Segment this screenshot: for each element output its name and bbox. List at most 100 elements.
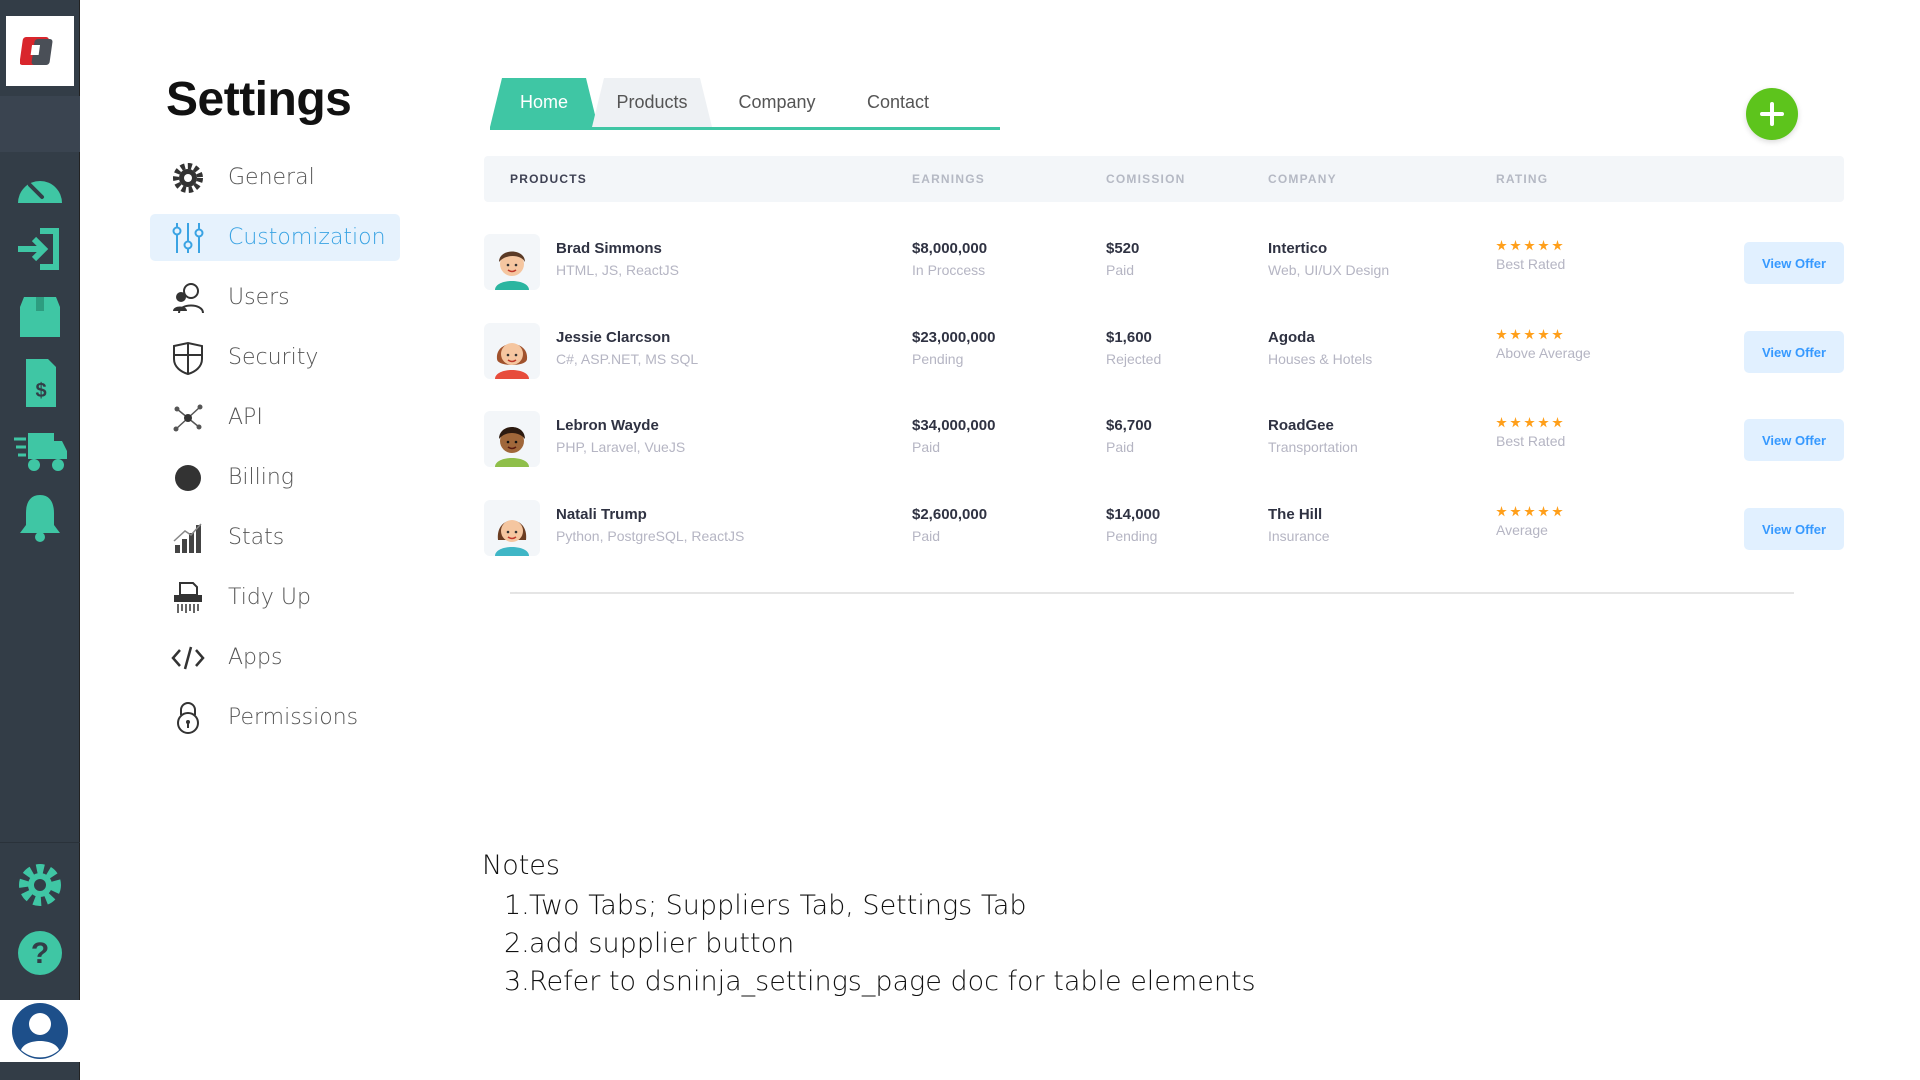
login-icon[interactable]: [0, 216, 80, 282]
plus-icon: [1760, 102, 1784, 126]
company-name: The Hill: [1268, 506, 1323, 523]
settings-item-api[interactable]: API: [150, 394, 400, 441]
app-rail: $ ?: [0, 0, 80, 1080]
commission-value: $14,000: [1106, 506, 1161, 523]
tab-products[interactable]: Products: [592, 78, 712, 127]
settings-item-customization[interactable]: Customization: [150, 214, 400, 261]
bar-chart-icon: [168, 518, 208, 558]
company-cell: RoadGee Transportation: [1268, 417, 1358, 455]
note-item: 2.add supplier button: [504, 928, 795, 959]
settings-item-tidy-up[interactable]: Tidy Up: [150, 574, 400, 621]
view-offer-button[interactable]: View Offer: [1744, 508, 1844, 550]
star-icon: [1510, 240, 1521, 251]
settings-item-label: Permissions: [228, 705, 359, 730]
view-offer-button[interactable]: View Offer: [1744, 331, 1844, 373]
star-icon: [1524, 329, 1535, 340]
star-icon: [1510, 417, 1521, 428]
package-icon[interactable]: [0, 284, 80, 350]
column-header-products: PRODUCTS: [510, 172, 587, 186]
settings-item-billing[interactable]: Billing: [150, 454, 400, 501]
users-icon: [168, 278, 208, 318]
gear-icon: [168, 158, 208, 198]
view-offer-button[interactable]: View Offer: [1744, 419, 1844, 461]
column-header-earnings: EARNINGS: [912, 172, 985, 186]
star-icon: [1538, 506, 1549, 517]
person-name[interactable]: Natali Trump: [556, 506, 744, 523]
dashboard-icon[interactable]: [0, 152, 80, 218]
earnings-cell: $34,000,000 Paid: [912, 417, 995, 455]
shredder-icon: [168, 578, 208, 618]
earnings-status: In Proccess: [912, 262, 986, 278]
product-cell: Brad Simmons HTML, JS, ReactJS: [556, 240, 679, 278]
settings-item-users[interactable]: Users: [150, 274, 400, 321]
commission-status: Paid: [1106, 439, 1135, 455]
circle-icon: [168, 458, 208, 498]
tab-home[interactable]: Home: [490, 78, 598, 127]
table-row: Natali Trump Python, PostgreSQL, ReactJS…: [484, 490, 1844, 562]
star-icon: [1538, 417, 1549, 428]
company-cell: The Hill Insurance: [1268, 506, 1329, 544]
company-cell: Agoda Houses & Hotels: [1268, 329, 1372, 367]
note-text: Two Tabs; Suppliers Tab, Settings Tab: [529, 890, 1027, 921]
company-name: Agoda: [1268, 329, 1315, 346]
commission-value: $1,600: [1106, 329, 1152, 346]
settings-item-stats[interactable]: Stats: [150, 514, 400, 561]
earnings-status: Paid: [912, 439, 941, 455]
earnings-cell: $23,000,000 Pending: [912, 329, 995, 367]
tab-contact[interactable]: Contact: [842, 78, 954, 127]
person-name[interactable]: Jessie Clarcson: [556, 329, 698, 346]
shield-icon: [168, 338, 208, 378]
star-rating: [1496, 329, 1591, 340]
code-icon: [168, 638, 208, 678]
page-title: Settings: [166, 73, 352, 126]
settings-item-permissions[interactable]: Permissions: [150, 694, 400, 741]
help-icon[interactable]: ?: [0, 920, 80, 986]
star-icon: [1552, 417, 1563, 428]
star-rating: [1496, 417, 1565, 428]
notes-section: Notes 1.Two Tabs; Suppliers Tab, Setting…: [482, 850, 1256, 1001]
star-icon: [1538, 240, 1549, 251]
person-skills: PHP, Laravel, VueJS: [556, 439, 686, 455]
star-icon: [1496, 417, 1507, 428]
company-type: Insurance: [1268, 528, 1330, 544]
delivery-truck-icon[interactable]: [0, 418, 80, 484]
rating-cell: Average: [1496, 506, 1563, 538]
star-icon: [1552, 240, 1563, 251]
commission-cell: $1,600 Rejected: [1106, 329, 1161, 367]
note-text: Refer to dsninja_settings_page doc for t…: [529, 966, 1256, 997]
column-header-company: COMPANY: [1268, 172, 1337, 186]
star-icon: [1496, 506, 1507, 517]
add-supplier-button[interactable]: [1746, 88, 1798, 140]
logo-icon[interactable]: [6, 16, 74, 86]
gear-icon[interactable]: [0, 852, 80, 918]
svg-text:?: ?: [31, 937, 49, 970]
rating-label: Best Rated: [1496, 256, 1566, 272]
settings-item-general[interactable]: General: [150, 154, 400, 201]
company-cell: Intertico Web, UI/UX Design: [1268, 240, 1389, 278]
product-cell: Lebron Wayde PHP, Laravel, VueJS: [556, 417, 685, 455]
person-name[interactable]: Lebron Wayde: [556, 417, 685, 434]
tab-company[interactable]: Company: [712, 78, 842, 127]
settings-item-label: Billing: [228, 465, 294, 490]
rail-strip: [0, 96, 80, 152]
person-skills: Python, PostgreSQL, ReactJS: [556, 528, 745, 544]
table-row: Jessie Clarcson C#, ASP.NET, MS SQL $23,…: [484, 313, 1844, 385]
settings-item-apps[interactable]: Apps: [150, 634, 400, 681]
settings-item-security[interactable]: Security: [150, 334, 400, 381]
rating-label: Best Rated: [1496, 433, 1566, 449]
person-name[interactable]: Brad Simmons: [556, 240, 679, 257]
company-name: RoadGee: [1268, 417, 1334, 434]
bell-icon[interactable]: [0, 484, 80, 550]
star-rating: [1496, 240, 1565, 251]
star-icon: [1510, 506, 1521, 517]
company-type: Transportation: [1268, 439, 1358, 455]
invoice-icon[interactable]: $: [0, 350, 80, 416]
view-offer-button[interactable]: View Offer: [1744, 242, 1844, 284]
commission-value: $520: [1106, 240, 1140, 257]
settings-menu: General Customization Users Security API…: [150, 154, 400, 754]
user-avatar-icon[interactable]: [0, 1000, 80, 1062]
settings-item-label: General: [228, 165, 315, 190]
settings-item-label: Users: [228, 285, 290, 310]
star-icon: [1524, 506, 1535, 517]
avatar: [484, 323, 540, 379]
